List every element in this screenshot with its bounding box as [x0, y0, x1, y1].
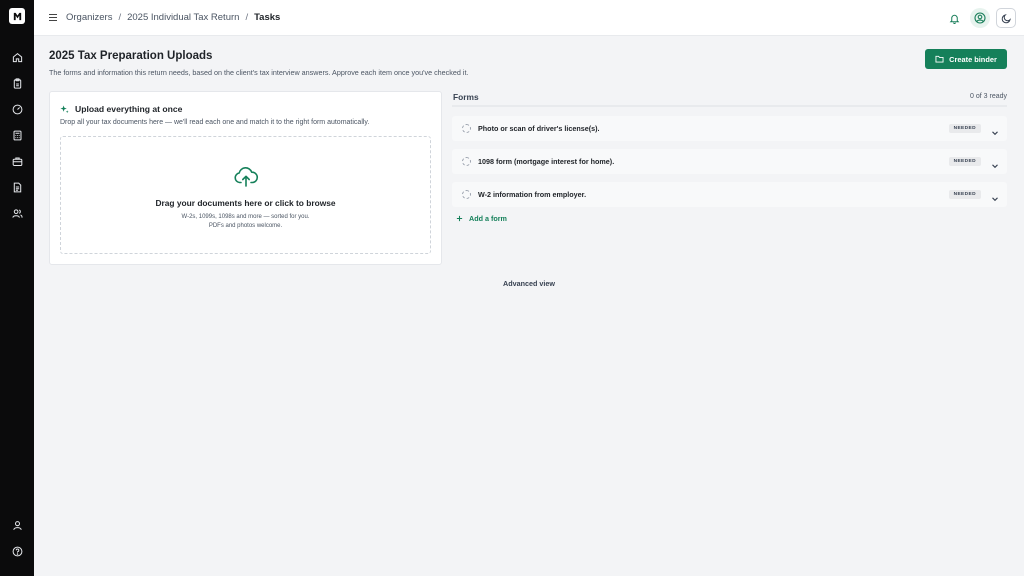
- add-form-button[interactable]: Add a form: [456, 214, 1007, 223]
- users-icon[interactable]: [6, 202, 28, 224]
- breadcrumb: Organizers / 2025 Individual Tax Return …: [66, 12, 280, 23]
- forms-panel: Forms 0 of 3 ready Photo or scan of driv…: [452, 91, 1007, 223]
- breadcrumb-return[interactable]: 2025 Individual Tax Return: [127, 12, 239, 23]
- upload-card: Upload everything at once Drop all your …: [49, 91, 442, 265]
- forms-header: Forms 0 of 3 ready: [452, 91, 1007, 107]
- forms-label: Forms: [453, 92, 479, 102]
- breadcrumb-organizers[interactable]: Organizers: [66, 12, 112, 23]
- upload-description: Drop all your tax documents here — we'll…: [60, 119, 370, 126]
- gauge-icon[interactable]: [6, 98, 28, 120]
- dropzone-title: Drag your documents here or click to bro…: [155, 198, 336, 208]
- status-circle-icon[interactable]: [462, 124, 471, 133]
- main-content: 2025 Tax Preparation Uploads The forms a…: [34, 37, 1024, 576]
- home-icon[interactable]: [6, 46, 28, 68]
- top-bar: Organizers / 2025 Individual Tax Return …: [34, 0, 1024, 36]
- form-list: Photo or scan of driver's license(s). NE…: [452, 116, 1007, 207]
- status-badge: NEEDED: [948, 190, 981, 199]
- menu-icon[interactable]: [46, 11, 60, 25]
- form-item[interactable]: Photo or scan of driver's license(s). NE…: [452, 116, 1007, 141]
- status-badge: NEEDED: [948, 157, 981, 166]
- form-item[interactable]: W-2 information from employer. NEEDED: [452, 182, 1007, 207]
- create-binder-label: Create binder: [949, 54, 997, 64]
- page-title: 2025 Tax Preparation Uploads: [49, 50, 213, 62]
- bell-icon[interactable]: [944, 8, 964, 28]
- form-item[interactable]: 1098 form (mortgage interest for home). …: [452, 149, 1007, 174]
- upload-dropzone[interactable]: Drag your documents here or click to bro…: [60, 136, 431, 254]
- moon-icon[interactable]: [996, 8, 1016, 28]
- form-name: W-2 information from employer.: [478, 190, 587, 199]
- clipboard-icon[interactable]: [6, 72, 28, 94]
- sparkle-icon: [60, 104, 69, 113]
- breadcrumb-separator: /: [118, 12, 122, 23]
- create-binder-button[interactable]: Create binder: [925, 49, 1007, 69]
- sidebar: [0, 0, 34, 576]
- breadcrumb-separator: /: [245, 12, 249, 23]
- cloud-upload-icon: [233, 167, 259, 192]
- chevron-down-icon[interactable]: [991, 190, 999, 208]
- breadcrumb-tasks: Tasks: [254, 12, 281, 23]
- forms-ready-count: 0 of 3 ready: [970, 93, 1007, 100]
- profile-icon[interactable]: [6, 514, 28, 536]
- advanced-view-link[interactable]: Advanced view: [34, 279, 1024, 288]
- page-subtitle: The forms and information this return ne…: [49, 68, 469, 77]
- document-icon[interactable]: [6, 176, 28, 198]
- upload-title: Upload everything at once: [75, 104, 183, 114]
- form-name: 1098 form (mortgage interest for home).: [478, 157, 615, 166]
- plus-icon: [456, 215, 463, 222]
- folder-icon: [935, 55, 944, 63]
- form-name: Photo or scan of driver's license(s).: [478, 124, 600, 133]
- status-circle-icon[interactable]: [462, 157, 471, 166]
- dropzone-hint: W-2s, 1099s, 1098s and more — sorted for…: [181, 214, 310, 229]
- add-form-label: Add a form: [469, 214, 507, 223]
- calculator-icon[interactable]: [6, 124, 28, 146]
- status-circle-icon[interactable]: [462, 190, 471, 199]
- chevron-down-icon[interactable]: [991, 157, 999, 175]
- status-badge: NEEDED: [948, 124, 981, 133]
- briefcase-icon[interactable]: [6, 150, 28, 172]
- brand-logo-icon[interactable]: [9, 8, 25, 24]
- help-icon[interactable]: [6, 540, 28, 562]
- account-icon[interactable]: [970, 8, 990, 28]
- advanced-view-label: Advanced view: [503, 279, 555, 288]
- chevron-down-icon[interactable]: [991, 124, 999, 142]
